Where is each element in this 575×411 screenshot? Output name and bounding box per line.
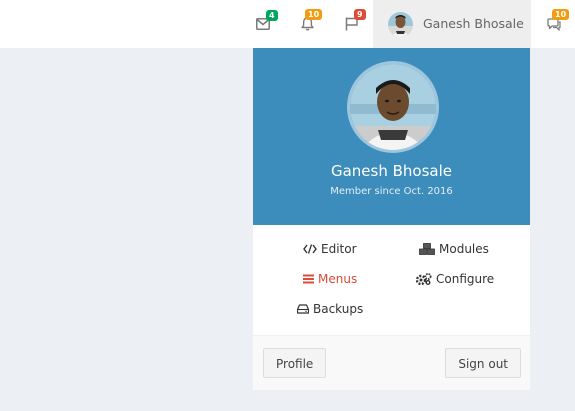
configure-label: Configure bbox=[436, 272, 495, 286]
messages-menu[interactable]: 4 bbox=[243, 0, 283, 48]
bars-icon bbox=[303, 274, 314, 284]
sign-out-button[interactable]: Sign out bbox=[445, 348, 521, 378]
tasks-badge: 9 bbox=[354, 9, 366, 20]
user-full-name: Ganesh Bhosale bbox=[330, 162, 453, 180]
notifications-badge: 10 bbox=[305, 9, 323, 20]
backups-link[interactable]: Backups bbox=[297, 302, 363, 316]
notifications-menu[interactable]: 10 bbox=[287, 0, 327, 48]
user-footer: Profile Sign out bbox=[253, 336, 530, 390]
user-name: Ganesh Bhosale bbox=[423, 16, 524, 31]
modules-link[interactable]: Modules bbox=[419, 242, 489, 256]
editor-label: Editor bbox=[321, 242, 357, 256]
menus-label: Menus bbox=[318, 272, 358, 286]
cubes-icon bbox=[419, 243, 435, 255]
tasks-menu[interactable]: 9 bbox=[331, 0, 371, 48]
avatar bbox=[347, 61, 439, 153]
comments-badge: 10 bbox=[552, 9, 570, 20]
messages-badge: 4 bbox=[266, 10, 278, 21]
editor-link[interactable]: Editor bbox=[303, 242, 357, 256]
cogs-icon bbox=[416, 273, 432, 285]
user-menu-toggle[interactable]: Ganesh Bhosale bbox=[373, 0, 531, 48]
user-body-links: Editor Modules Menus Configure Backups bbox=[253, 225, 530, 336]
backups-label: Backups bbox=[313, 302, 364, 316]
profile-button[interactable]: Profile bbox=[263, 348, 327, 378]
menus-link[interactable]: Menus bbox=[303, 272, 357, 286]
comments-menu[interactable]: 10 bbox=[534, 0, 574, 48]
top-navbar: 4 10 9 Ganesh Bhosale 10 bbox=[0, 0, 575, 48]
user-header: Ganesh Bhosale Member since Oct. 2016 bbox=[253, 48, 530, 225]
code-icon bbox=[303, 244, 317, 254]
member-since: Member since Oct. 2016 bbox=[330, 186, 453, 197]
hdd-icon bbox=[297, 304, 309, 314]
modules-label: Modules bbox=[439, 242, 489, 256]
user-dropdown: Ganesh Bhosale Member since Oct. 2016 Ed… bbox=[253, 48, 530, 390]
avatar bbox=[388, 12, 413, 37]
configure-link[interactable]: Configure bbox=[416, 272, 494, 286]
